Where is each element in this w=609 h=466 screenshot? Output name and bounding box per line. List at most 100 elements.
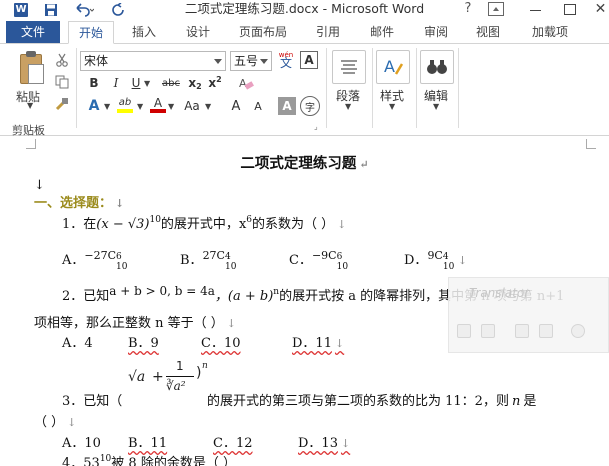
q3-option-c[interactable]: C．12 <box>213 435 253 453</box>
question-4[interactable]: 4．5310被 8 除的余数是（ ） <box>62 454 236 466</box>
question-1[interactable]: 1．在(x − √3)10的展开式中，x6的系数为（ ） ↓ <box>62 215 346 235</box>
font-size-dropdown[interactable]: 五号 <box>230 51 272 71</box>
underline-button[interactable]: U <box>128 73 144 93</box>
ribbon-display-options-icon[interactable] <box>488 2 504 16</box>
strikethrough-button[interactable]: abc <box>160 73 182 93</box>
tab-references[interactable]: 引用 <box>306 21 350 44</box>
q3-option-d[interactable]: D．13 ↓ <box>298 435 350 453</box>
font-color-icon[interactable]: A <box>148 95 168 115</box>
char-shading-icon[interactable]: A <box>278 97 296 115</box>
superscript-button[interactable]: x2 <box>206 73 224 93</box>
q1-option-c-coef: −9C <box>311 249 337 262</box>
tab-file[interactable]: 文件 <box>6 21 60 43</box>
translator-play-icon[interactable] <box>515 324 529 338</box>
char-border-icon[interactable]: A <box>300 51 318 69</box>
question-3-prefix[interactable]: 3．已知（ <box>62 393 122 411</box>
font-name-dropdown[interactable]: 宋体 <box>80 51 226 71</box>
clear-formatting-icon[interactable]: A <box>236 73 256 93</box>
paragraph-dropdown-icon[interactable]: ▼ <box>345 102 351 111</box>
q2-option-d[interactable]: D．11 ↓ <box>292 335 344 353</box>
phonetic-guide-icon[interactable]: wén 文 <box>276 49 296 69</box>
clear-formatting-glyph: A <box>239 77 254 90</box>
q3-formula[interactable]: √a + 1 ∛a² ) n <box>128 359 218 403</box>
q1-option-d-label: D． <box>404 253 428 268</box>
translator-title: Translator <box>469 286 530 300</box>
q1-option-d[interactable]: D．9C 4 10 ↓ <box>404 249 467 272</box>
translator-stop-icon[interactable] <box>539 324 553 338</box>
subscript-button[interactable]: x2 <box>186 73 204 93</box>
minimize-icon[interactable] <box>524 1 548 17</box>
q2-option-c[interactable]: C．10 <box>201 335 241 353</box>
highlight-swatch <box>117 109 133 113</box>
document-title[interactable]: 二项式定理练习题 ↵ <box>0 155 609 174</box>
group-divider <box>416 48 417 128</box>
q3-fraction-denominator: ∛a² <box>166 379 186 393</box>
help-button[interactable]: ? <box>460 1 476 17</box>
paste-dropdown-icon[interactable]: ▼ <box>27 101 33 110</box>
clipboard-sheet <box>28 64 44 84</box>
find-binoculars-icon[interactable] <box>420 50 454 84</box>
grow-font-icon[interactable]: A <box>226 96 246 116</box>
font-dialog-launcher-icon[interactable]: ⌟ <box>314 122 318 131</box>
paste-icon[interactable] <box>16 50 46 88</box>
maximize-icon[interactable] <box>558 1 582 17</box>
tab-view[interactable]: 视图 <box>466 21 510 44</box>
q1-option-c-sub: 10 <box>336 262 349 272</box>
document-page[interactable]: 二项式定理练习题 ↵ ↓ 一、选择题： ↓ 1．在(x − √3)10的展开式中，x… <box>0 137 609 466</box>
styles-icon[interactable]: A <box>376 50 410 84</box>
text-effects-dropdown-icon[interactable]: ▼ <box>104 102 110 111</box>
text-effects-icon[interactable]: A <box>84 96 104 116</box>
styles-dropdown-icon[interactable]: ▼ <box>389 102 395 111</box>
q3-option-b[interactable]: B．11 <box>128 435 167 453</box>
tab-page-layout[interactable]: 页面布局 <box>232 21 294 44</box>
cut-icon[interactable] <box>52 50 72 70</box>
q1-option-a[interactable]: A．−27C 6 10 <box>62 249 128 272</box>
translator-copy-icon[interactable] <box>457 324 471 338</box>
shrink-font-icon[interactable]: A <box>248 96 268 116</box>
italic-button[interactable]: I <box>108 73 124 93</box>
underline-dropdown-icon[interactable]: ▼ <box>144 79 150 88</box>
format-painter-icon[interactable] <box>52 94 72 114</box>
font-color-dropdown-icon[interactable]: ▼ <box>168 102 174 111</box>
binoculars-glyph <box>427 60 447 74</box>
q1-option-c[interactable]: C．−9C 6 10 <box>289 249 349 272</box>
q3-option-a[interactable]: A．10 <box>62 435 101 453</box>
copy-icon[interactable] <box>52 72 72 92</box>
paragraph-glyph <box>341 60 357 74</box>
q2-condition: a + b > 0, b = 4a <box>109 284 215 298</box>
highlight-icon[interactable]: ab <box>114 95 136 115</box>
q2-option-a[interactable]: A．4 <box>62 335 93 353</box>
question-2-line-2[interactable]: 项相等，那么正整数 n 等于（ ） ↓ <box>34 315 236 333</box>
q1-end-text: 的系数为（ ） <box>252 217 335 232</box>
tab-addins[interactable]: 加载项 <box>522 21 578 44</box>
tab-home[interactable]: 开始 <box>68 21 114 44</box>
tab-insert[interactable]: 插入 <box>122 21 166 44</box>
q3-option-d-text: D．13 <box>298 436 338 451</box>
editing-dropdown-icon[interactable]: ▼ <box>433 102 439 111</box>
tab-review[interactable]: 审阅 <box>414 21 458 44</box>
translator-overlay[interactable]: Translator <box>448 277 609 353</box>
format-painter-glyph <box>55 98 68 111</box>
question-3-line-2[interactable]: （ ） ↓ <box>34 414 76 432</box>
q4-base: 53 <box>83 456 100 466</box>
question-3-line-1[interactable]: 的展开式的第三项与第二项的系数的比为 11：2，则 n 是 <box>207 393 536 411</box>
section-heading[interactable]: 一、选择题： ↓ <box>34 195 124 213</box>
highlight-dropdown-icon[interactable]: ▼ <box>137 102 143 111</box>
enclose-char-icon[interactable]: 字 <box>300 96 320 116</box>
clipboard-clip <box>26 51 36 57</box>
document-title-text: 二项式定理练习题 <box>240 155 357 172</box>
bold-button[interactable]: B <box>86 73 102 93</box>
q3-n-variable: n <box>511 394 521 409</box>
q1-option-b-label: B． <box>180 253 203 268</box>
close-icon[interactable]: ✕ <box>592 1 609 17</box>
ribbon-tabs: 文件 开始 插入 设计 页面布局 引用 邮件 审阅 视图 加载项 <box>0 20 609 44</box>
q1-option-b[interactable]: B．27C 4 10 <box>180 249 237 272</box>
translator-help-icon[interactable] <box>571 324 585 338</box>
change-case-dropdown-icon[interactable]: ▼ <box>205 102 211 111</box>
tab-mailings[interactable]: 邮件 <box>360 21 404 44</box>
translator-paste-icon[interactable] <box>481 324 495 338</box>
q2-option-b[interactable]: B．9 <box>128 335 159 353</box>
paragraph-icon[interactable] <box>332 50 366 84</box>
change-case-icon[interactable]: Aa <box>180 96 204 116</box>
tab-design[interactable]: 设计 <box>176 21 220 44</box>
